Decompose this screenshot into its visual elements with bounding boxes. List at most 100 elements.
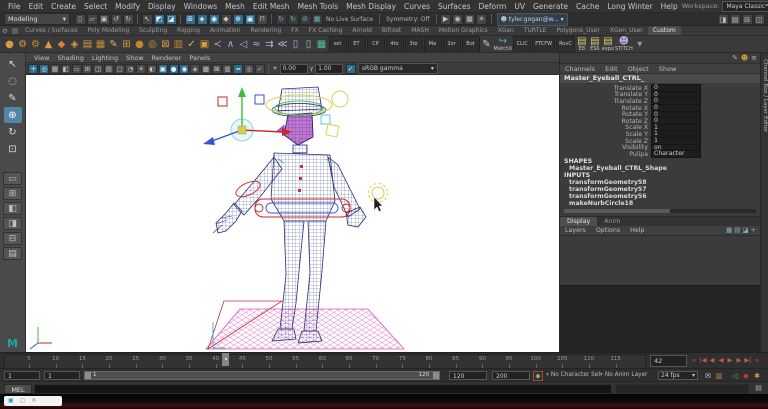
shelf-angle-button[interactable]: ∧	[225, 37, 237, 52]
menu-item[interactable]: Mesh Display	[342, 2, 400, 11]
construction-history-icon[interactable]: ▦	[312, 14, 323, 25]
shelf-pen-button[interactable]: ✎	[108, 37, 120, 52]
viewport-menu-item[interactable]: Panels	[185, 54, 214, 62]
view-transform-dropdown[interactable]: sRGB gamma▾	[358, 63, 438, 74]
shaded-icon[interactable]: ▢	[115, 64, 125, 74]
shelf-tab[interactable]: FX	[286, 26, 304, 35]
exposure-field[interactable]: 0.00	[280, 64, 308, 74]
script-editor-icon[interactable]: ▤	[753, 384, 764, 394]
shelf-tab[interactable]: XGen	[493, 26, 519, 35]
two-d-pan-zoom-icon[interactable]: ⊞	[82, 64, 92, 74]
shelf-script-button-2or[interactable]: 2or	[443, 36, 461, 53]
shelf-stack-button[interactable]: ▤	[82, 37, 94, 52]
two-pane-stacked-layout-button[interactable]: ⊟	[3, 232, 22, 245]
menu-item[interactable]: Mesh Tools	[294, 2, 343, 11]
go-to-playback-end-button[interactable]: »	[753, 355, 761, 365]
shelf-script-button-et[interactable]: ET	[348, 36, 366, 53]
move-tool[interactable]: ⊕	[4, 107, 22, 123]
new-layer-from-selected-icon[interactable]: ▤	[734, 226, 740, 234]
shelf-stitch-remove-button[interactable]: ☻ STITCH	[615, 37, 633, 52]
shelf-tab[interactable]: Rendering	[246, 26, 287, 35]
play-backwards-button[interactable]: ◀	[717, 355, 725, 365]
joint-xray-icon[interactable]: ▥	[222, 64, 232, 74]
redo-icon[interactable]: ↻	[123, 14, 134, 25]
input-node-name[interactable]: transformGeometry57	[560, 186, 760, 193]
channel-box-scrollbar[interactable]	[564, 209, 756, 213]
character-set-dropdown[interactable]: ▾No Character Set	[546, 371, 601, 380]
color-management-toggle[interactable]: ✓	[346, 64, 356, 74]
image-plane-icon[interactable]: ▭	[72, 64, 82, 74]
current-frame-field[interactable]: 42	[650, 355, 687, 367]
shelf-clic-button[interactable]: CLIC	[513, 36, 531, 53]
taskbar-app-icon[interactable]: ▣	[8, 398, 14, 404]
go-to-playback-start-button[interactable]: «	[690, 355, 698, 365]
animation-start-field[interactable]: 1	[4, 371, 40, 380]
shelf-diamond-button[interactable]: ◈	[69, 37, 81, 52]
channel-box-vertical-tab[interactable]: Channel Box / Layer Editor	[762, 59, 768, 132]
scale-tool[interactable]: ⊡	[4, 141, 22, 157]
range-end-handle[interactable]	[433, 372, 439, 379]
snap-to-projected-center-icon[interactable]: ◆	[221, 14, 232, 25]
auto-keyframe-icon[interactable]: ◆	[741, 371, 751, 381]
ipr-render-icon[interactable]: ◉	[452, 14, 463, 25]
input-node-name[interactable]: makeNurbCircle18	[560, 200, 760, 207]
resolution-gate-icon[interactable]: ✓	[255, 64, 265, 74]
playback-end-field[interactable]: 120	[449, 371, 487, 380]
input-node-name[interactable]: transformGeometry56	[560, 193, 760, 200]
shelf-tab[interactable]: Bifrost	[377, 26, 406, 35]
shelf-script-button-ma[interactable]: Ma	[424, 36, 442, 53]
layer-editor-menu-item[interactable]: Layers	[560, 227, 591, 234]
tool-settings-toggle[interactable]: ▤	[730, 14, 741, 25]
channel-box-menu-item[interactable]: Show	[654, 65, 682, 73]
shelf-file-button[interactable]: ▯	[303, 37, 315, 52]
modeling-toolkit-toggle[interactable]: ◫	[754, 14, 765, 25]
layer-editor-tab[interactable]: Anim	[597, 217, 627, 226]
viewport-menu-item[interactable]: Shading	[53, 54, 87, 62]
camera-attributes-icon[interactable]: ▦	[50, 64, 60, 74]
menu-item[interactable]: Cache	[572, 2, 603, 11]
playblast-message-icon[interactable]: ✉	[703, 371, 713, 381]
shelf-e8-button[interactable]: ▤ E8	[576, 37, 588, 52]
menu-item[interactable]: Mesh	[221, 2, 249, 11]
select-by-component-icon[interactable]: ◪	[166, 14, 177, 25]
shelf-torus-button[interactable]: ◎	[147, 37, 159, 52]
move-manipulator[interactable]	[203, 87, 292, 145]
separator[interactable]	[137, 14, 138, 24]
pencil-icon[interactable]: ✎	[732, 54, 738, 62]
shelf-cube-button[interactable]: ⊠	[160, 37, 172, 52]
shelf-tab[interactable]: Rigging	[172, 26, 205, 35]
persp-outliner-layout-button[interactable]: ◨	[3, 217, 22, 230]
time-ticks[interactable]: 5101520253035404550556065707580859095100…	[4, 354, 646, 369]
gamma-icon[interactable]: γ	[310, 65, 314, 72]
xray-icon[interactable]: ⊠	[212, 64, 222, 74]
shelf-cone-button[interactable]: ▲	[43, 37, 55, 52]
channel-box-menu-item[interactable]: Channels	[560, 65, 600, 73]
add-layer-icon[interactable]: +	[751, 226, 756, 234]
shelf-script-button-set[interactable]: set	[329, 36, 347, 53]
layer-editor-menu-item[interactable]: Help	[625, 227, 649, 234]
symmetry-dropdown[interactable]: Symmetry: Off	[386, 16, 429, 23]
channel-box-toggle[interactable]: ⊟	[742, 14, 753, 25]
select-tool[interactable]: ↖	[4, 56, 22, 72]
shelf-tab[interactable]: TURTLE	[519, 26, 552, 35]
shelf-matchx-button[interactable]: ↪ MatchX	[494, 37, 513, 52]
select-by-object-icon[interactable]: ◩	[154, 14, 165, 25]
shelf-sphere-button[interactable]: ●	[134, 37, 146, 52]
shelf-plane-button[interactable]: ⊞	[121, 37, 133, 52]
shelf-tab[interactable]: Arnold	[347, 26, 376, 35]
shelf-rovc-button[interactable]: RovC	[556, 36, 575, 53]
shelf-tab[interactable]: Motion Graphics	[434, 26, 493, 35]
lock-camera-icon[interactable]: ◎	[39, 64, 49, 74]
shelf-overflow-arrow[interactable]: ▾	[634, 37, 646, 52]
playback-range-bar[interactable]: 1 120	[84, 371, 440, 380]
save-scene-icon[interactable]: ▣	[99, 14, 110, 25]
menu-item[interactable]: Curves	[400, 2, 434, 11]
input-connections-icon[interactable]: ↻	[276, 14, 287, 25]
menu-item[interactable]: Deform	[474, 2, 510, 11]
animation-end-field[interactable]: 200	[492, 371, 530, 380]
layer-editor-tab[interactable]: Display	[560, 217, 597, 226]
menu-item[interactable]: Modify	[111, 2, 144, 11]
shelf-expo-button[interactable]: ▤ expo	[602, 37, 614, 52]
step-back-frame-button[interactable]: |◀	[699, 355, 707, 365]
shadows-icon[interactable]: ◐	[147, 64, 157, 74]
